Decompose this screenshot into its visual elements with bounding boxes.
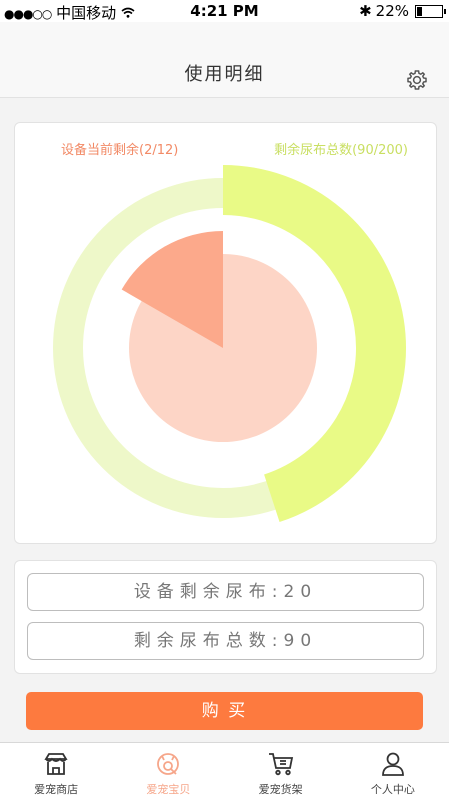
usage-chart-card: 设备当前剩余(2/12) 剩余尿布总数(90/200) xyxy=(14,122,437,544)
tab-pet[interactable]: 爱宠宝贝 xyxy=(112,743,224,801)
settings-gear-icon[interactable] xyxy=(405,68,429,92)
battery-percent: 22% xyxy=(375,2,409,20)
tab-profile-label: 个人中心 xyxy=(370,783,415,796)
buy-button[interactable]: 购 买 xyxy=(26,692,423,730)
device-remaining-field: 设备剩余尿布:20 xyxy=(27,573,424,611)
total-remaining-field: 剩余尿布总数:90 xyxy=(27,622,424,660)
cart-icon xyxy=(268,753,293,776)
tab-store-label: 爱宠商店 xyxy=(34,783,79,796)
store-icon xyxy=(44,753,68,775)
battery-fill xyxy=(417,6,423,16)
tab-profile[interactable]: 个人中心 xyxy=(337,743,449,801)
bluetooth-icon: ✱ xyxy=(359,2,372,20)
usage-chart xyxy=(53,165,406,523)
tab-shelf-label: 爱宠货架 xyxy=(258,783,303,796)
tab-shelf[interactable]: 爱宠货架 xyxy=(225,743,337,801)
user-icon xyxy=(381,752,404,776)
status-bar: ●●●○○ 中国移动 4:21 PM ✱ 22% xyxy=(0,0,449,22)
tab-bar: 爱宠商店 爱宠宝贝 爱宠货架 个人中心 xyxy=(0,742,449,801)
battery-icon xyxy=(415,4,446,18)
tab-pet-label: 爱宠宝贝 xyxy=(146,783,191,796)
info-card: 设备剩余尿布:20 剩余尿布总数:90 xyxy=(14,560,437,674)
pet-icon xyxy=(157,753,180,775)
tab-store[interactable]: 爱宠商店 xyxy=(0,743,112,801)
nav-bar: 使用明细 xyxy=(0,22,449,98)
page-title: 使用明细 xyxy=(184,64,265,85)
status-right: ✱ 22% xyxy=(359,2,446,20)
